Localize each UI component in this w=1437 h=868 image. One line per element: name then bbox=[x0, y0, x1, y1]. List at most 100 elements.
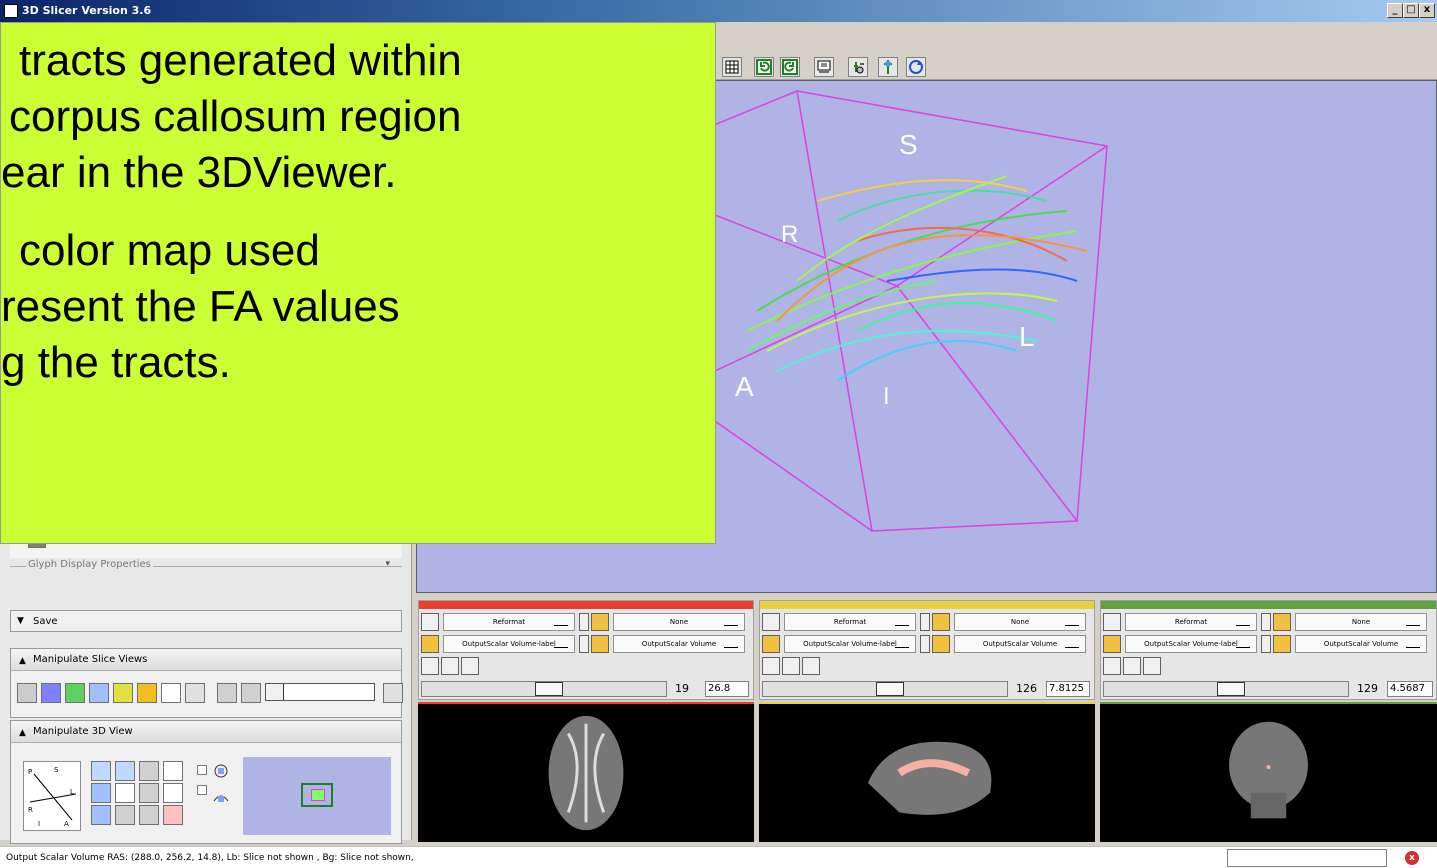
foreground-dropdown[interactable]: None bbox=[613, 613, 745, 631]
foreground-icon[interactable] bbox=[1273, 613, 1291, 631]
slice-color-bar[interactable] bbox=[1101, 601, 1436, 609]
stereo-icon[interactable] bbox=[163, 805, 183, 825]
foreground-icon[interactable] bbox=[932, 613, 950, 631]
layout-icon[interactable] bbox=[722, 57, 742, 77]
label-volume-dropdown[interactable]: OutputScalar Volume-label bbox=[443, 635, 575, 653]
minimize-button[interactable]: _ bbox=[1387, 3, 1403, 18]
slice-spin-icon[interactable] bbox=[579, 613, 589, 631]
slice-slider-thumb[interactable] bbox=[1217, 682, 1245, 696]
slice-view-green[interactable] bbox=[1100, 702, 1437, 842]
label-map-icon[interactable] bbox=[113, 683, 133, 703]
save-section[interactable]: ▼ Save bbox=[10, 610, 402, 632]
label-spin-icon[interactable] bbox=[1261, 635, 1271, 653]
slice-offset-field[interactable]: 7.8125 bbox=[1046, 681, 1090, 697]
zoom-in-icon[interactable] bbox=[163, 761, 183, 781]
look-from-icon[interactable] bbox=[139, 805, 159, 825]
slice-view-red[interactable] bbox=[418, 702, 754, 842]
more-options-icon[interactable] bbox=[461, 657, 479, 675]
cube-icon[interactable] bbox=[115, 783, 135, 803]
fit-icon[interactable] bbox=[217, 683, 237, 703]
rock-view-icon[interactable] bbox=[211, 787, 231, 807]
zoom-out-icon[interactable] bbox=[163, 783, 183, 803]
chevron-down-icon[interactable]: ▾ bbox=[385, 559, 390, 569]
link-slices-icon[interactable] bbox=[421, 657, 439, 675]
view-right-icon[interactable] bbox=[91, 761, 111, 781]
spin-checkbox[interactable] bbox=[197, 765, 207, 775]
pick-mode-icon[interactable] bbox=[848, 57, 868, 77]
more-options-icon[interactable] bbox=[802, 657, 820, 675]
foreground-icon[interactable] bbox=[591, 613, 609, 631]
background-icon[interactable] bbox=[1273, 635, 1291, 653]
visibility-icon[interactable] bbox=[441, 657, 459, 675]
slice-color-bar[interactable] bbox=[419, 601, 753, 609]
error-icon[interactable]: x bbox=[1405, 851, 1419, 865]
slice-slider-thumb[interactable] bbox=[535, 682, 563, 696]
close-button[interactable]: x bbox=[1419, 3, 1435, 18]
spin-icon[interactable] bbox=[115, 805, 135, 825]
background-dropdown[interactable]: OutputScalar Volume bbox=[1295, 635, 1427, 653]
maximize-button[interactable]: □ bbox=[1403, 3, 1419, 18]
lightbox-icon[interactable] bbox=[17, 683, 37, 703]
orientation-widget[interactable]: P S L R I A bbox=[23, 761, 81, 831]
label-spin-icon[interactable] bbox=[920, 635, 930, 653]
link-icon[interactable] bbox=[241, 683, 261, 703]
spin-view-icon[interactable] bbox=[211, 761, 231, 781]
opacity-slider[interactable] bbox=[265, 683, 375, 701]
annotation-icon[interactable] bbox=[89, 683, 109, 703]
fov-icon[interactable] bbox=[65, 683, 85, 703]
foreground-dropdown[interactable]: None bbox=[1295, 613, 1427, 631]
orientation-dropdown[interactable]: Reformat bbox=[1125, 613, 1257, 631]
view-anterior-icon[interactable] bbox=[115, 761, 135, 781]
slice-color-bar[interactable] bbox=[760, 601, 1094, 609]
background-dropdown[interactable]: OutputScalar Volume bbox=[613, 635, 745, 653]
label-volume-dropdown[interactable]: OutputScalar Volume-label bbox=[784, 635, 916, 653]
label-volume-dropdown[interactable]: OutputScalar Volume-label bbox=[1125, 635, 1257, 653]
place-mode-icon[interactable] bbox=[878, 57, 898, 77]
label-layer-icon[interactable] bbox=[1103, 635, 1121, 653]
slice-offset-field[interactable]: 4.5687 bbox=[1387, 681, 1433, 697]
snapshot-icon[interactable] bbox=[139, 783, 159, 803]
slice-composite-icon[interactable] bbox=[41, 683, 61, 703]
3d-view-thumbnail[interactable] bbox=[243, 757, 391, 835]
link-slices-icon[interactable] bbox=[762, 657, 780, 675]
orientation-dropdown[interactable]: Reformat bbox=[443, 613, 575, 631]
undo-icon[interactable] bbox=[754, 57, 774, 77]
slice-slider-thumb[interactable] bbox=[876, 682, 904, 696]
slice-settings-icon[interactable] bbox=[762, 613, 780, 631]
glyph-display-section[interactable]: Glyph Display Properties ▾ bbox=[10, 559, 402, 584]
grid-icon[interactable] bbox=[161, 683, 181, 703]
visibility-icon[interactable] bbox=[1123, 657, 1141, 675]
rock-checkbox[interactable] bbox=[197, 785, 207, 795]
background-dropdown[interactable]: OutputScalar Volume bbox=[954, 635, 1086, 653]
slice-slider[interactable] bbox=[762, 681, 1008, 697]
slice-spin-icon[interactable] bbox=[920, 613, 930, 631]
slice-settings-icon[interactable] bbox=[1103, 613, 1121, 631]
background-icon[interactable] bbox=[591, 635, 609, 653]
more-options-icon[interactable] bbox=[1143, 657, 1161, 675]
rotate-icon[interactable] bbox=[91, 783, 111, 803]
slice-settings-icon[interactable] bbox=[421, 613, 439, 631]
foreground-dropdown[interactable]: None bbox=[954, 613, 1086, 631]
background-icon[interactable] bbox=[932, 635, 950, 653]
link-slices-icon[interactable] bbox=[1103, 657, 1121, 675]
manipulate-3d-view-header[interactable]: ▲ Manipulate 3D View bbox=[11, 721, 401, 743]
manipulate-slice-views-header[interactable]: ▲ Manipulate Slice Views bbox=[11, 649, 401, 671]
slice-slider[interactable] bbox=[421, 681, 667, 697]
reset-icon[interactable] bbox=[383, 683, 403, 703]
slice-slider[interactable] bbox=[1103, 681, 1349, 697]
refresh-icon[interactable] bbox=[906, 57, 926, 77]
center-icon[interactable] bbox=[91, 805, 111, 825]
label-spin-icon[interactable] bbox=[579, 635, 589, 653]
spacing-icon[interactable] bbox=[185, 683, 205, 703]
visibility-icon[interactable] bbox=[782, 657, 800, 675]
slice-spin-icon[interactable] bbox=[1261, 613, 1271, 631]
save-label[interactable]: Save bbox=[33, 616, 58, 627]
opacity-slider-thumb[interactable] bbox=[266, 684, 284, 700]
redo-icon[interactable] bbox=[780, 57, 800, 77]
crosshair-icon[interactable] bbox=[137, 683, 157, 703]
label-layer-icon[interactable] bbox=[762, 635, 780, 653]
camera-icon[interactable] bbox=[139, 761, 159, 781]
screenshot-icon[interactable] bbox=[814, 57, 834, 77]
slice-offset-field[interactable]: 26.8 bbox=[705, 681, 749, 697]
label-layer-icon[interactable] bbox=[421, 635, 439, 653]
